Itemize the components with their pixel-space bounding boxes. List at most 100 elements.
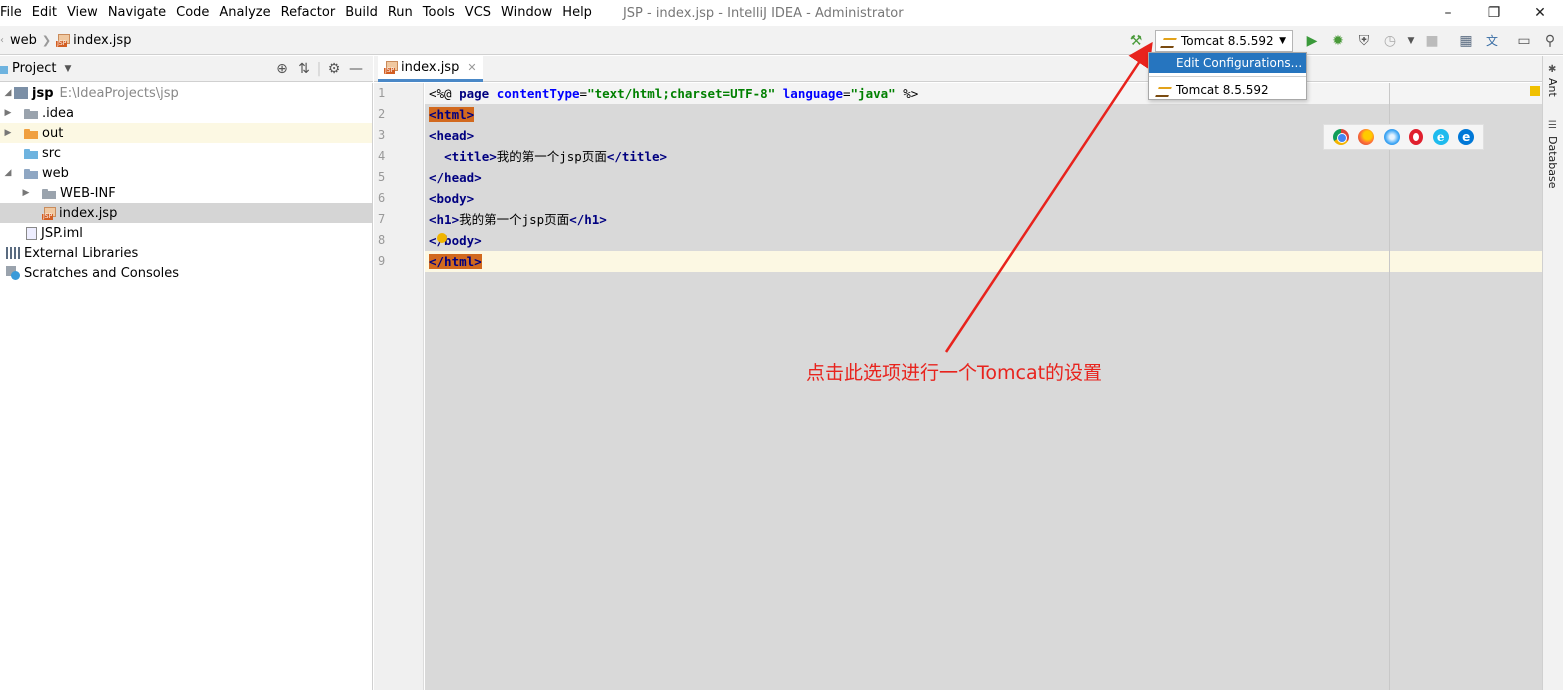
iml-file-icon bbox=[26, 226, 37, 240]
code-line-6: <body> bbox=[429, 191, 475, 206]
hide-panel-icon[interactable]: — bbox=[345, 61, 367, 77]
project-title: Project bbox=[12, 61, 57, 76]
edit-configurations-item[interactable]: Edit Configurations... bbox=[1149, 53, 1306, 73]
edge-icon[interactable]: e bbox=[1458, 129, 1475, 145]
gear-icon[interactable]: ⚙ bbox=[323, 61, 345, 77]
code-line-1: <%@ page contentType="text/html;charset=… bbox=[425, 83, 1542, 104]
tree-item-label: index.jsp bbox=[59, 205, 118, 221]
menu-refactor[interactable]: Refactor bbox=[276, 0, 341, 26]
tree-item-src[interactable]: src bbox=[0, 143, 372, 163]
menu-build[interactable]: Build bbox=[340, 0, 383, 26]
tree-item-label: web bbox=[42, 165, 69, 181]
profile-icon[interactable]: ◷ bbox=[1379, 30, 1401, 52]
breadcrumb: ‹ web ❯ index.jsp bbox=[0, 33, 131, 48]
menu-edit[interactable]: Edit bbox=[27, 0, 62, 26]
safari-icon[interactable] bbox=[1383, 129, 1400, 145]
warning-marker-icon[interactable] bbox=[1530, 86, 1540, 96]
scratches-icon bbox=[6, 266, 20, 280]
chevron-down-icon: ▼ bbox=[1279, 35, 1286, 46]
tab-index-jsp[interactable]: index.jsp ✕ bbox=[378, 56, 483, 82]
code-editor[interactable]: <%@ page contentType="text/html;charset=… bbox=[425, 83, 1542, 690]
libraries-icon bbox=[6, 247, 20, 259]
breadcrumb-file[interactable]: index.jsp bbox=[73, 33, 131, 48]
run-configuration-label: Tomcat 8.5.592 bbox=[1181, 33, 1274, 48]
project-view-selector[interactable]: Project ▼ bbox=[0, 61, 71, 76]
project-structure-icon[interactable]: ▦ bbox=[1455, 30, 1477, 52]
stop-icon[interactable]: ■ bbox=[1421, 30, 1443, 52]
line-number: 8 bbox=[378, 233, 386, 247]
menu-file[interactable]: File bbox=[0, 0, 27, 26]
opera-icon[interactable] bbox=[1409, 129, 1424, 145]
tree-item-label: External Libraries bbox=[24, 245, 139, 261]
menu-run[interactable]: Run bbox=[383, 0, 418, 26]
tree-item-idea[interactable]: ▶ .idea bbox=[0, 103, 372, 123]
code-lines: <%@ page contentType="text/html;charset=… bbox=[425, 83, 1542, 272]
collapsed-chevron-icon: ▶ bbox=[4, 128, 12, 138]
intention-bulb-icon[interactable] bbox=[437, 233, 447, 243]
project-tree: ◢ jsp E:\IdeaProjects\jsp ▶ .idea ▶ out … bbox=[0, 83, 373, 690]
chrome-icon[interactable] bbox=[1332, 129, 1349, 145]
jsp-file-icon bbox=[384, 61, 398, 74]
search-everywhere-icon[interactable]: ⚲ bbox=[1539, 30, 1561, 52]
run-configuration-selector[interactable]: Tomcat 8.5.592 ▼ bbox=[1155, 29, 1293, 52]
close-button[interactable]: ✕ bbox=[1517, 0, 1563, 26]
tree-item-path: E:\IdeaProjects\jsp bbox=[59, 85, 179, 101]
build-hammer-icon[interactable]: ⚒ bbox=[1125, 30, 1147, 52]
tool-tab-database[interactable]: Database bbox=[1546, 136, 1559, 189]
tree-item-external-libraries[interactable]: External Libraries bbox=[0, 243, 372, 263]
debug-icon[interactable]: ✹ bbox=[1327, 30, 1349, 52]
restore-button[interactable]: ❐ bbox=[1471, 0, 1517, 26]
ant-icon: ✱ bbox=[1548, 64, 1557, 75]
run-icon[interactable]: ▶ bbox=[1301, 30, 1323, 52]
minimize-button[interactable]: – bbox=[1425, 0, 1471, 26]
tree-item-label: .idea bbox=[42, 105, 74, 121]
menu-tools[interactable]: Tools bbox=[418, 0, 460, 26]
translate-icon[interactable]: 文 bbox=[1481, 30, 1503, 52]
internet-explorer-icon[interactable]: e bbox=[1432, 129, 1449, 145]
code-line-9: </html> bbox=[425, 251, 1542, 272]
tree-item-web-inf[interactable]: ▶ WEB-INF bbox=[0, 183, 372, 203]
firefox-icon[interactable] bbox=[1358, 129, 1375, 145]
locate-icon[interactable]: ⊕ bbox=[271, 61, 293, 77]
matched-tag: <html> bbox=[429, 107, 475, 122]
right-tool-strip: ✱ Ant ☰ Database bbox=[1542, 56, 1563, 690]
tree-item-jsp-iml[interactable]: JSP.iml bbox=[0, 223, 372, 243]
tree-item-out[interactable]: ▶ out bbox=[0, 123, 372, 143]
menu-window[interactable]: Window bbox=[496, 0, 557, 26]
browser-preview-bar: e e bbox=[1323, 124, 1484, 150]
line-number: 1 bbox=[378, 86, 386, 100]
more-chevron-icon[interactable]: ▼ bbox=[1405, 30, 1417, 52]
tool-tab-ant[interactable]: Ant bbox=[1546, 78, 1559, 97]
web-folder-icon bbox=[24, 168, 38, 179]
folder-icon bbox=[24, 108, 38, 119]
tree-item-scratches[interactable]: Scratches and Consoles bbox=[0, 263, 372, 283]
menu-view[interactable]: View bbox=[62, 0, 103, 26]
menu-navigate[interactable]: Navigate bbox=[103, 0, 171, 26]
tree-item-label: src bbox=[42, 145, 61, 161]
menu-analyze[interactable]: Analyze bbox=[214, 0, 275, 26]
collapse-all-icon[interactable]: ⇅ bbox=[293, 61, 315, 77]
right-margin-guide bbox=[1389, 83, 1390, 690]
window-controls: – ❐ ✕ bbox=[1425, 0, 1563, 26]
folder-icon bbox=[42, 188, 56, 199]
tree-item-jsp[interactable]: ◢ jsp E:\IdeaProjects\jsp bbox=[0, 83, 372, 103]
coverage-icon[interactable]: ⛨ bbox=[1353, 30, 1375, 52]
tomcat-config-item[interactable]: Tomcat 8.5.592 bbox=[1149, 80, 1306, 100]
chevron-left-icon: ‹ bbox=[0, 34, 4, 46]
tree-item-web[interactable]: ◢ web bbox=[0, 163, 372, 183]
folder-icon bbox=[24, 128, 38, 139]
menu-bar: File Edit View Navigate Code Analyze Ref… bbox=[0, 0, 1563, 26]
project-panel-tools: ⊕ ⇅ | ⚙ — bbox=[271, 61, 367, 77]
breadcrumb-folder[interactable]: web bbox=[10, 33, 37, 48]
presentation-icon[interactable]: ▭ bbox=[1513, 30, 1535, 52]
menu-help[interactable]: Help bbox=[557, 0, 597, 26]
close-tab-icon[interactable]: ✕ bbox=[467, 61, 476, 74]
menu-vcs[interactable]: VCS bbox=[460, 0, 496, 26]
line-number: 3 bbox=[378, 128, 386, 142]
tree-item-index-jsp[interactable]: index.jsp bbox=[0, 203, 372, 223]
tree-item-label: Scratches and Consoles bbox=[24, 265, 180, 281]
code-line-5: </head> bbox=[429, 170, 482, 185]
menu-code[interactable]: Code bbox=[171, 0, 214, 26]
tab-label: index.jsp bbox=[401, 60, 460, 75]
tomcat-icon bbox=[1157, 85, 1171, 95]
